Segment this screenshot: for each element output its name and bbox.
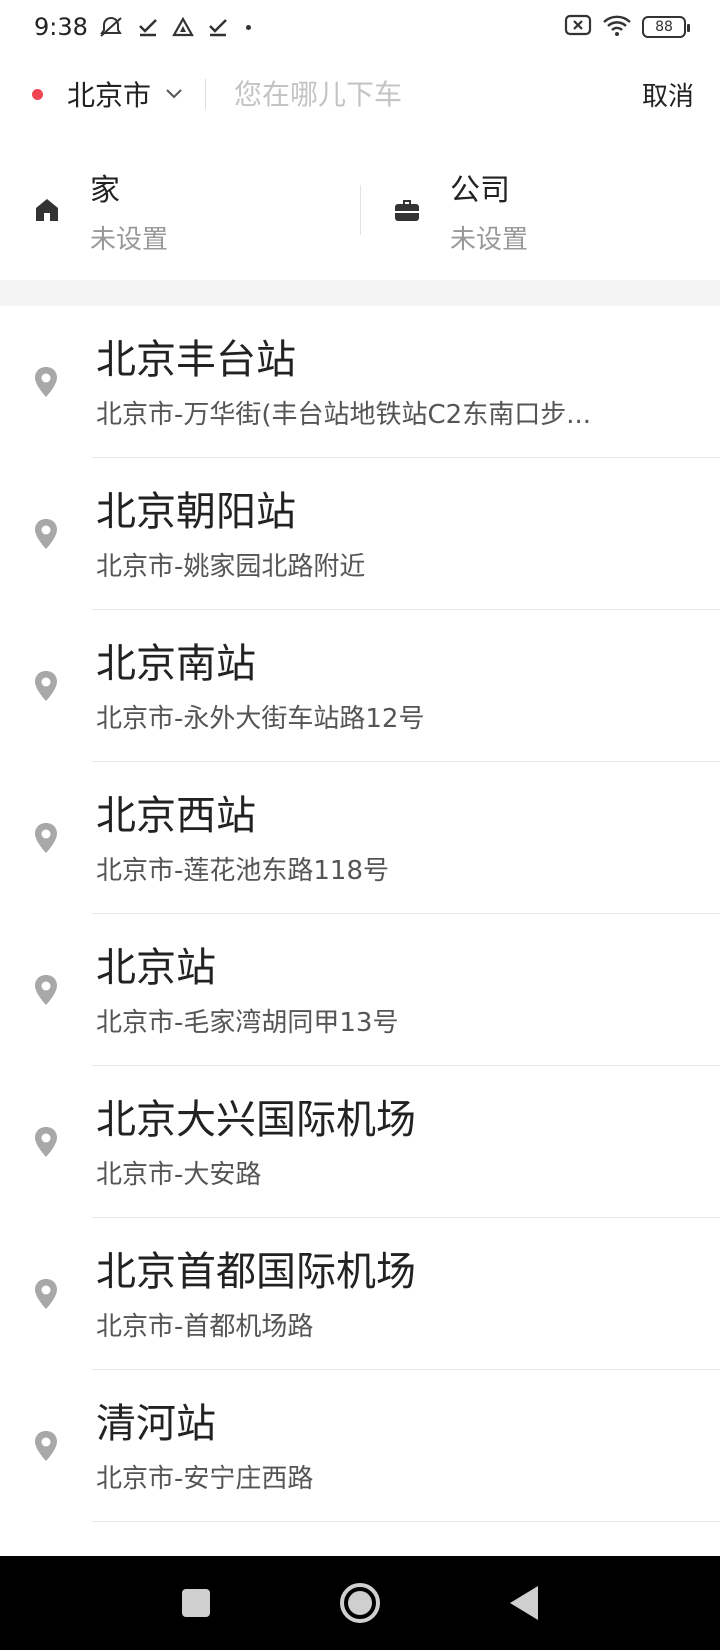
work-shortcut[interactable]: 公司 未设置	[360, 150, 720, 270]
location-pin-icon	[30, 1276, 62, 1312]
status-notification-icons	[98, 15, 251, 39]
briefcase-icon	[392, 195, 422, 225]
status-time: 9:38	[34, 13, 88, 41]
back-button[interactable]	[510, 1586, 538, 1620]
city-selector[interactable]: 北京市	[67, 74, 151, 114]
cancel-button[interactable]: 取消	[642, 76, 694, 113]
place-item[interactable]: 北京大兴国际机场 北京市-大安路	[0, 1066, 720, 1218]
list-divider	[92, 1521, 720, 1522]
check-download-icon	[208, 17, 228, 37]
muted-bell-icon	[98, 15, 124, 39]
place-item[interactable]: 北京西站 北京市-莲花池东路118号	[0, 762, 720, 914]
location-pin-icon	[30, 1124, 62, 1160]
place-item[interactable]: 北京丰台站 北京市-万华街(丰台站地铁站C2东南口步...	[0, 306, 720, 458]
recents-button[interactable]	[182, 1589, 210, 1617]
place-name: 北京朝阳站	[96, 489, 296, 535]
place-address: 北京市-毛家湾胡同甲13号	[96, 1008, 399, 1038]
place-name: 北京丰台站	[96, 337, 296, 383]
place-suggestion-list: 北京丰台站 北京市-万华街(丰台站地铁站C2东南口步... 北京朝阳站 北京市-…	[0, 306, 720, 1522]
place-item[interactable]: 清河站 北京市-安宁庄西路	[0, 1370, 720, 1522]
place-name: 清河站	[96, 1401, 216, 1447]
home-status: 未设置	[90, 224, 169, 255]
triangle-app-icon	[172, 17, 194, 37]
home-icon	[32, 195, 62, 225]
place-address: 北京市-姚家园北路附近	[96, 552, 366, 582]
status-system-icons: 88	[564, 14, 690, 40]
place-item[interactable]: 北京朝阳站 北京市-姚家园北路附近	[0, 458, 720, 610]
place-address: 北京市-永外大街车站路12号	[96, 704, 425, 734]
place-address: 北京市-首都机场路	[96, 1312, 314, 1342]
place-name: 北京站	[96, 945, 216, 991]
status-bar: 9:38 88	[0, 0, 720, 54]
home-button[interactable]	[340, 1583, 380, 1623]
system-navigation-bar	[0, 1556, 720, 1650]
place-name: 北京大兴国际机场	[96, 1097, 416, 1143]
check-download-icon	[138, 17, 158, 37]
place-address: 北京市-大安路	[96, 1160, 262, 1190]
location-pin-icon	[30, 820, 62, 856]
section-separator	[0, 280, 720, 306]
wifi-icon	[602, 14, 632, 40]
home-title: 家	[90, 172, 120, 208]
place-address: 北京市-万华街(丰台站地铁站C2东南口步...	[96, 400, 592, 430]
search-header: 北京市 取消	[0, 60, 720, 128]
home-shortcut[interactable]: 家 未设置	[0, 150, 360, 270]
place-address: 北京市-安宁庄西路	[96, 1464, 314, 1494]
place-item[interactable]: 北京南站 北京市-永外大街车站路12号	[0, 610, 720, 762]
work-status: 未设置	[450, 224, 529, 255]
shortcut-divider	[360, 185, 361, 235]
destination-search-input[interactable]	[234, 77, 642, 111]
location-pin-icon	[30, 1428, 62, 1464]
header-divider	[205, 79, 207, 109]
saved-places-shortcuts: 家 未设置 公司 未设置	[0, 150, 720, 270]
more-notifications-dot	[245, 24, 251, 30]
place-name: 北京南站	[96, 641, 256, 687]
place-item[interactable]: 北京站 北京市-毛家湾胡同甲13号	[0, 914, 720, 1066]
chevron-down-icon[interactable]	[165, 88, 183, 100]
location-pin-icon	[30, 516, 62, 552]
place-name: 北京首都国际机场	[96, 1249, 416, 1295]
home-button-dot	[348, 1591, 372, 1615]
location-pin-icon	[30, 364, 62, 400]
place-address: 北京市-莲花池东路118号	[96, 856, 390, 886]
place-item[interactable]: 北京首都国际机场 北京市-首都机场路	[0, 1218, 720, 1370]
battery-icon: 88	[642, 16, 690, 38]
no-sim-icon	[564, 14, 592, 40]
location-pin-icon	[30, 668, 62, 704]
city-indicator-dot	[32, 88, 43, 100]
battery-level: 88	[655, 19, 673, 35]
location-pin-icon	[30, 972, 62, 1008]
work-title: 公司	[450, 172, 510, 208]
place-name: 北京西站	[96, 793, 256, 839]
